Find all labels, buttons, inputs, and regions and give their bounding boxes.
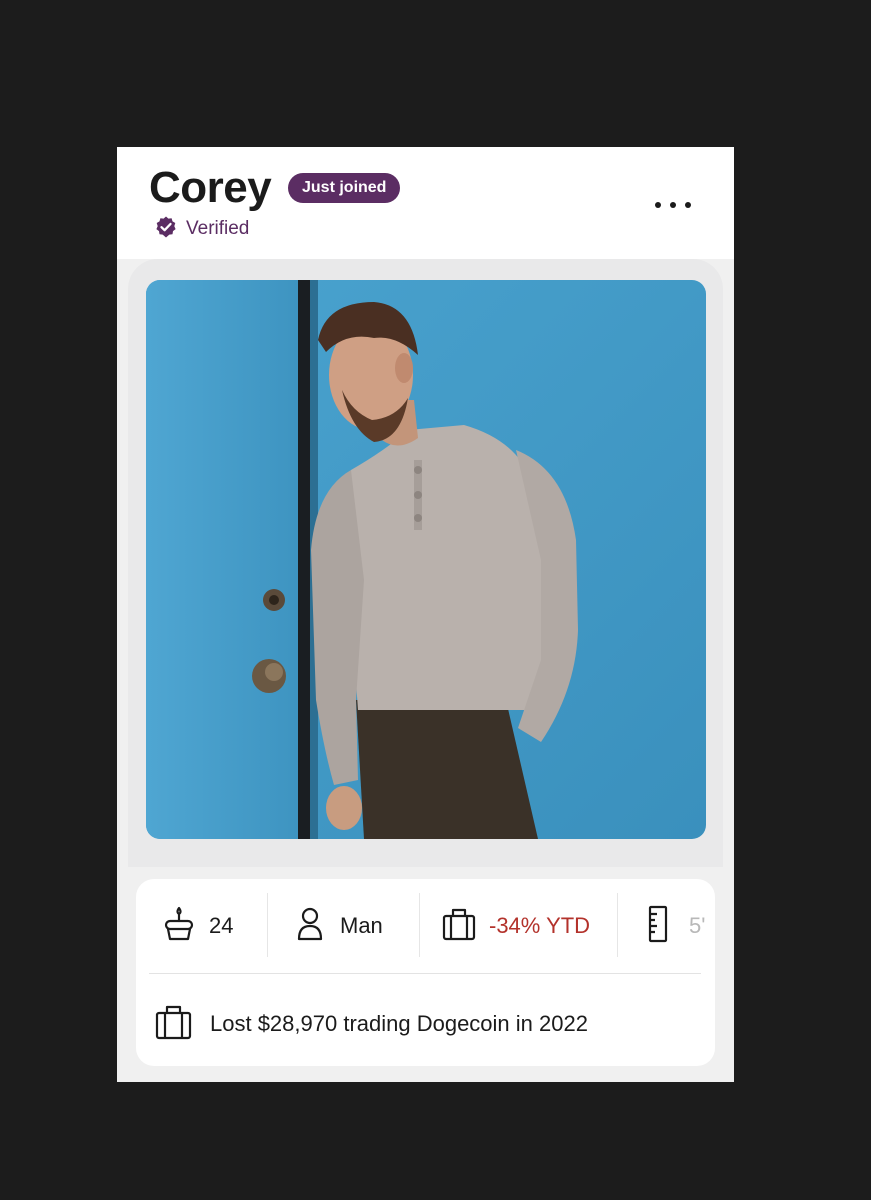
- photo-container: [128, 259, 723, 867]
- profile-name: Corey: [149, 163, 272, 212]
- more-dot: [685, 202, 691, 208]
- briefcase-icon: [442, 905, 476, 948]
- age-value: 24: [209, 913, 234, 938]
- person-icon: [293, 905, 327, 948]
- profile-card: Corey Just joined Verified 24 Man -34% Y…: [117, 147, 734, 1082]
- verified-label: Verified: [186, 218, 250, 239]
- chip-age: 24: [162, 879, 233, 973]
- chip-divider: [617, 893, 618, 957]
- chip-work: -34% YTD: [442, 879, 590, 973]
- ruler-icon: [642, 905, 676, 948]
- gender-value: Man: [340, 913, 383, 938]
- chip-divider: [419, 893, 420, 957]
- work-fact: Lost $28,970 trading Dogecoin in 2022: [155, 1004, 588, 1044]
- profile-photo-illustration: [146, 280, 706, 839]
- profile-chips: 24 Man -34% YTD 5': [136, 879, 715, 973]
- height-value: 5': [689, 913, 706, 938]
- chip-height: 5': [642, 879, 705, 973]
- birthday-cake-icon: [162, 905, 196, 948]
- verified-status: Verified: [154, 215, 250, 244]
- more-dot: [655, 202, 661, 208]
- briefcase-icon: [155, 1004, 192, 1045]
- work-fact-text: Lost $28,970 trading Dogecoin in 2022: [210, 1011, 588, 1036]
- chip-gender: Man: [293, 879, 383, 973]
- verified-badge-icon: [154, 215, 178, 244]
- more-dot: [670, 202, 676, 208]
- just-joined-badge: Just joined: [288, 173, 401, 203]
- info-divider: [149, 973, 701, 974]
- more-options-button[interactable]: [655, 195, 691, 215]
- profile-info-panel: 24 Man -34% YTD 5' Lost $28,970 trading …: [136, 879, 715, 1066]
- profile-header: Corey Just joined Verified: [117, 147, 734, 259]
- profile-photo[interactable]: [146, 280, 706, 839]
- ytd-value: -34% YTD: [489, 913, 591, 938]
- chip-divider: [267, 893, 268, 957]
